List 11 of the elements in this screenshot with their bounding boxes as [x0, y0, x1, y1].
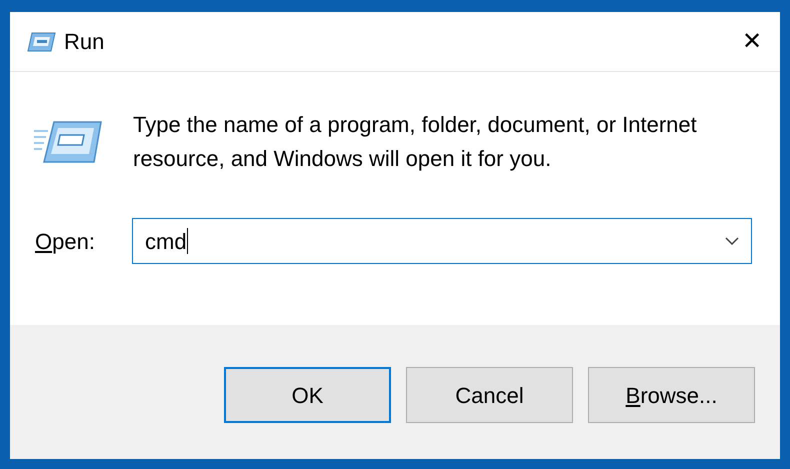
open-label: Open: [35, 228, 96, 256]
run-icon [34, 120, 102, 164]
dialog-button[interactable]: Browse... [588, 367, 755, 423]
description-text: Type the name of a program, folder, document, or Internet resource, and Windows will open it for you. [133, 111, 698, 173]
input-field[interactable]: cmd [132, 218, 752, 264]
chevron-down-icon [725, 237, 739, 245]
dialog-button[interactable]: Cancel [406, 367, 573, 423]
run-icon [26, 32, 56, 52]
dialog-button[interactable]: OK [224, 367, 391, 423]
close-icon[interactable]: ✕ [742, 30, 762, 54]
window-title: Run [64, 28, 104, 56]
